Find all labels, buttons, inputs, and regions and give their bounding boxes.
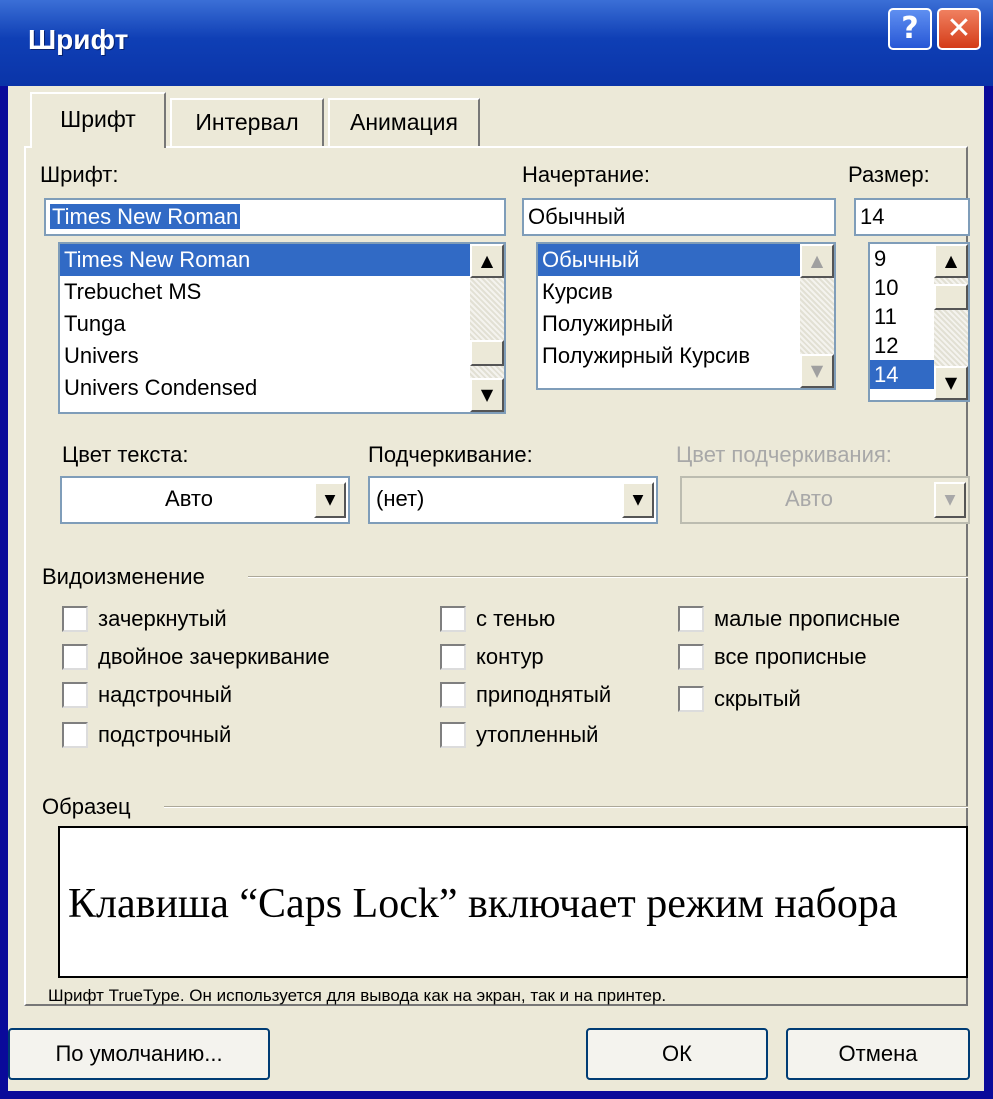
underline-label: Подчеркивание: (368, 442, 533, 467)
underline-color-value: Авто (785, 486, 833, 511)
underline-color-combo: Авто ▼ (680, 476, 970, 524)
scroll-thumb[interactable] (934, 284, 968, 310)
ok-button[interactable]: ОК (586, 1028, 768, 1080)
size-scrollbar[interactable]: ▲ ▼ (934, 244, 968, 400)
font-input[interactable]: Times New Roman (44, 198, 506, 236)
hidden-label[interactable]: скрытый (714, 686, 801, 712)
scroll-down-icon[interactable]: ▼ (934, 366, 968, 400)
engrave-checkbox[interactable] (440, 722, 466, 748)
scroll-up-icon: ▲ (800, 244, 834, 278)
scroll-down-icon: ▼ (800, 354, 834, 388)
double-strikethrough-checkbox[interactable] (62, 644, 88, 670)
subscript-label[interactable]: подстрочный (98, 722, 231, 748)
style-list-item[interactable]: Обычный (538, 244, 800, 276)
sample-preview: Клавиша “Caps Lock” включает режим набор… (58, 826, 968, 978)
tab-animation[interactable]: Анимация (328, 98, 480, 146)
chevron-down-icon[interactable]: ▼ (622, 482, 654, 518)
scroll-up-icon[interactable]: ▲ (470, 244, 504, 278)
title-bar[interactable]: Шрифт ? ✕ (0, 0, 993, 86)
window-title: Шрифт (28, 24, 129, 55)
text-color-combo[interactable]: Авто ▼ (60, 476, 350, 524)
sample-preview-text: Клавиша “Caps Lock” включает режим набор… (68, 881, 898, 927)
font-listbox[interactable]: Times New Roman Trebuchet MS Tunga Unive… (58, 242, 506, 414)
scroll-thumb[interactable] (470, 340, 504, 366)
shadow-label[interactable]: с тенью (476, 606, 555, 632)
style-input-value: Обычный (528, 204, 626, 229)
all-caps-label[interactable]: все прописные (714, 644, 867, 670)
style-list-item[interactable]: Курсив (538, 276, 834, 308)
style-scrollbar: ▲ ▼ (800, 244, 834, 388)
engrave-label[interactable]: утопленный (476, 722, 598, 748)
small-caps-label[interactable]: малые прописные (714, 606, 900, 632)
tab-interval[interactable]: Интервал (170, 98, 324, 146)
chevron-down-icon[interactable]: ▼ (314, 482, 346, 518)
scroll-up-icon[interactable]: ▲ (934, 244, 968, 278)
help-button[interactable]: ? (888, 8, 932, 50)
font-list-item[interactable]: Tunga (60, 308, 504, 340)
text-color-value: Авто (165, 486, 213, 511)
cancel-button[interactable]: Отмена (786, 1028, 970, 1080)
style-input[interactable]: Обычный (522, 198, 836, 236)
tab-interval-label: Интервал (195, 109, 299, 135)
size-input[interactable]: 14 (854, 198, 970, 236)
effects-divider (248, 576, 968, 578)
small-caps-checkbox[interactable] (678, 606, 704, 632)
chevron-down-icon: ▼ (934, 482, 966, 518)
font-list-item[interactable]: Univers (60, 340, 504, 372)
effects-group-label: Видоизменение (42, 564, 205, 589)
style-list-item[interactable]: Полужирный Курсив (538, 340, 834, 372)
font-list-item[interactable]: Times New Roman (60, 244, 504, 276)
hidden-checkbox[interactable] (678, 686, 704, 712)
outline-checkbox[interactable] (440, 644, 466, 670)
emboss-label[interactable]: приподнятый (476, 682, 611, 708)
all-caps-checkbox[interactable] (678, 644, 704, 670)
default-button[interactable]: По умолчанию... (8, 1028, 270, 1080)
strikethrough-label[interactable]: зачеркнутый (98, 606, 227, 632)
sample-divider (164, 806, 968, 808)
sample-group-label: Образец (42, 794, 131, 819)
style-list-item[interactable]: Полужирный (538, 308, 834, 340)
style-label: Начертание: (522, 162, 650, 187)
shadow-checkbox[interactable] (440, 606, 466, 632)
scroll-down-icon[interactable]: ▼ (470, 378, 504, 412)
style-listbox[interactable]: Обычный Курсив Полужирный Полужирный Кур… (536, 242, 836, 390)
font-label: Шрифт: (40, 162, 119, 187)
tab-font[interactable]: Шрифт (30, 92, 166, 148)
font-input-value: Times New Roman (50, 204, 241, 229)
outline-label[interactable]: контур (476, 644, 544, 670)
superscript-label[interactable]: надстрочный (98, 682, 232, 708)
superscript-checkbox[interactable] (62, 682, 88, 708)
underline-combo[interactable]: (нет) ▼ (368, 476, 658, 524)
subscript-checkbox[interactable] (62, 722, 88, 748)
tab-animation-label: Анимация (350, 109, 458, 135)
size-list-item[interactable]: 14 (870, 360, 934, 389)
strikethrough-checkbox[interactable] (62, 606, 88, 632)
font-type-note: Шрифт TrueType. Он используется для выво… (48, 986, 667, 1005)
text-color-label: Цвет текста: (62, 442, 189, 467)
close-button[interactable]: ✕ (937, 8, 981, 50)
size-label: Размер: (848, 162, 930, 187)
font-scrollbar[interactable]: ▲ ▼ (470, 244, 504, 412)
size-listbox[interactable]: 9 10 11 12 14 ▲ ▼ (868, 242, 970, 402)
font-list-item[interactable]: Trebuchet MS (60, 276, 504, 308)
font-dialog: Шрифт Интервал Анимация Шрифт: Times New… (8, 86, 984, 1091)
double-strikethrough-label[interactable]: двойное зачеркивание (98, 644, 330, 670)
size-input-value: 14 (860, 204, 885, 229)
tab-font-label: Шрифт (60, 106, 136, 132)
font-list-item[interactable]: Univers Condensed (60, 372, 504, 404)
emboss-checkbox[interactable] (440, 682, 466, 708)
underline-value: (нет) (376, 486, 425, 511)
underline-color-label: Цвет подчеркивания: (676, 442, 892, 467)
